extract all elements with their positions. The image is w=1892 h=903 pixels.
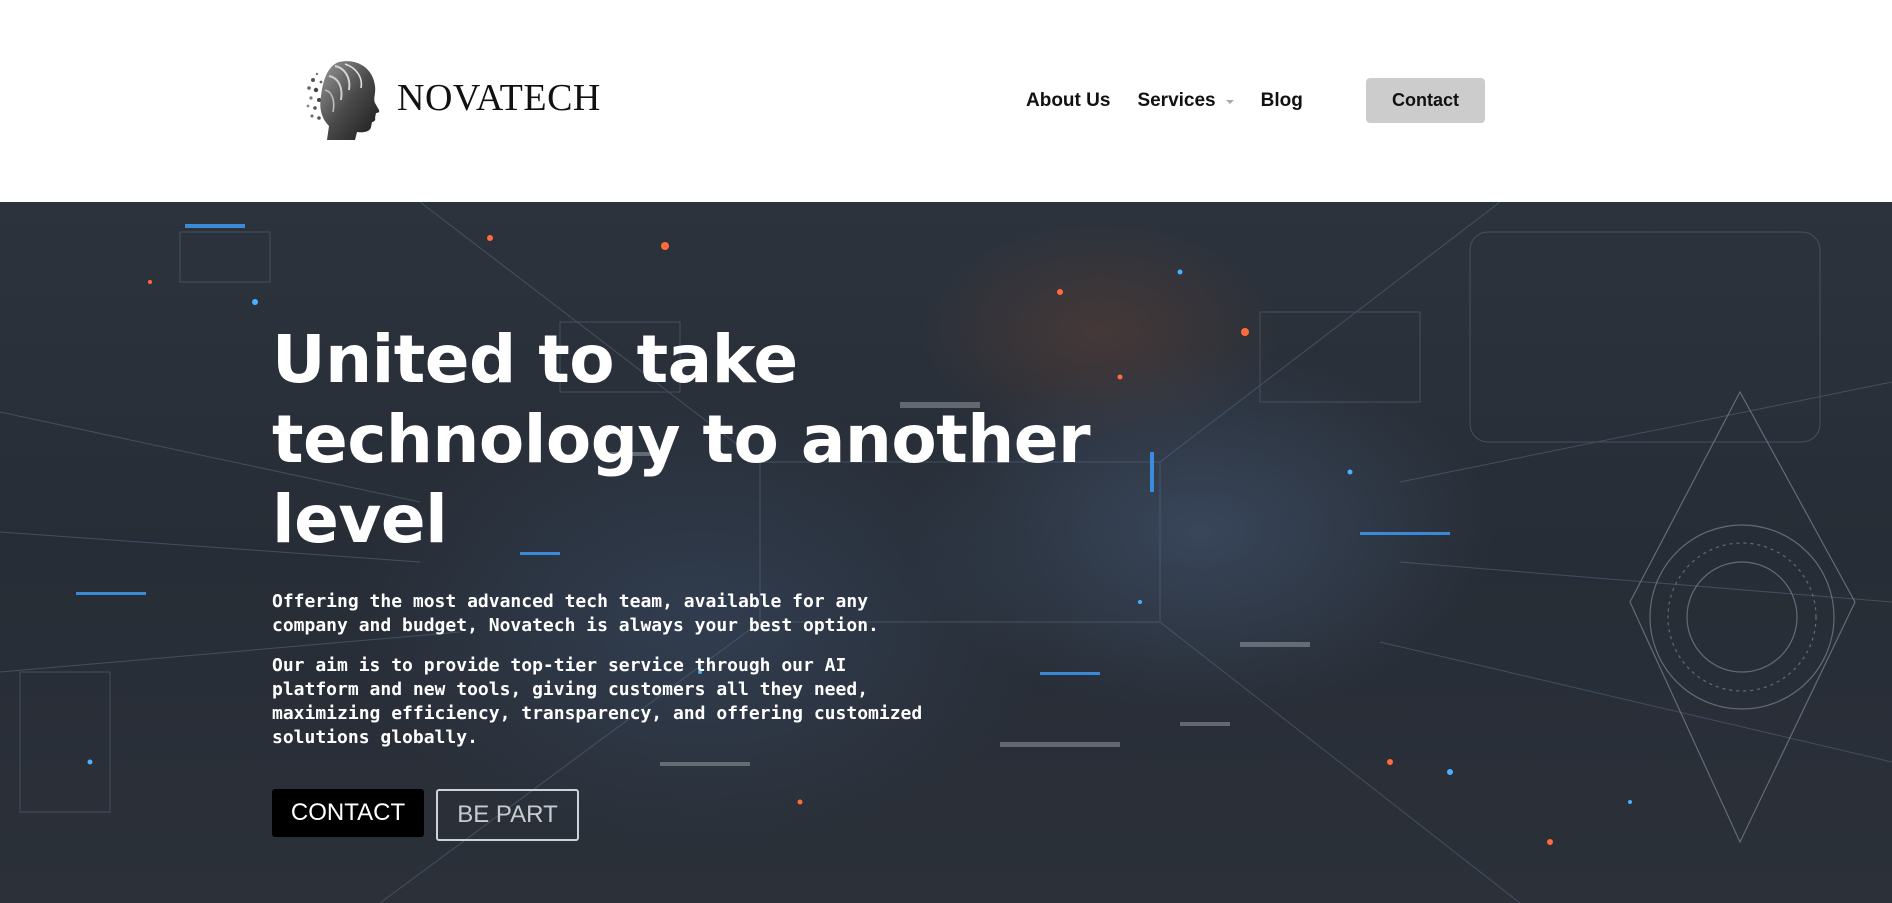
site-header: NOVATECH About Us Services Blog Contact xyxy=(0,0,1892,202)
nav-item-services[interactable]: Services xyxy=(1137,90,1234,112)
hero-section: United to take technology to another lev… xyxy=(0,202,1892,903)
hero-paragraph-2: Our aim is to provide top-tier service t… xyxy=(272,655,923,748)
logo[interactable]: NOVATECH xyxy=(305,56,601,140)
be-part-button[interactable]: BE PART xyxy=(436,789,579,841)
hero-buttons: CONTACT BE PART xyxy=(272,789,579,841)
nav-item-blog[interactable]: Blog xyxy=(1261,90,1303,112)
hero-title: United to take technology to another lev… xyxy=(272,321,1091,558)
tech-head-profile-icon xyxy=(306,61,380,140)
main-nav: About Us Services Blog xyxy=(1026,86,1303,116)
header-contact-button[interactable]: Contact xyxy=(1366,78,1485,123)
nav-item-services-label: Services xyxy=(1137,90,1216,111)
brand-name: NOVATECH xyxy=(397,77,601,119)
chevron-down-icon xyxy=(1225,100,1234,104)
hero-paragraph-1: Offering the most advanced tech team, av… xyxy=(272,591,879,636)
hero-contact-button[interactable]: CONTACT xyxy=(272,789,424,837)
nav-item-about-us[interactable]: About Us xyxy=(1026,90,1110,112)
